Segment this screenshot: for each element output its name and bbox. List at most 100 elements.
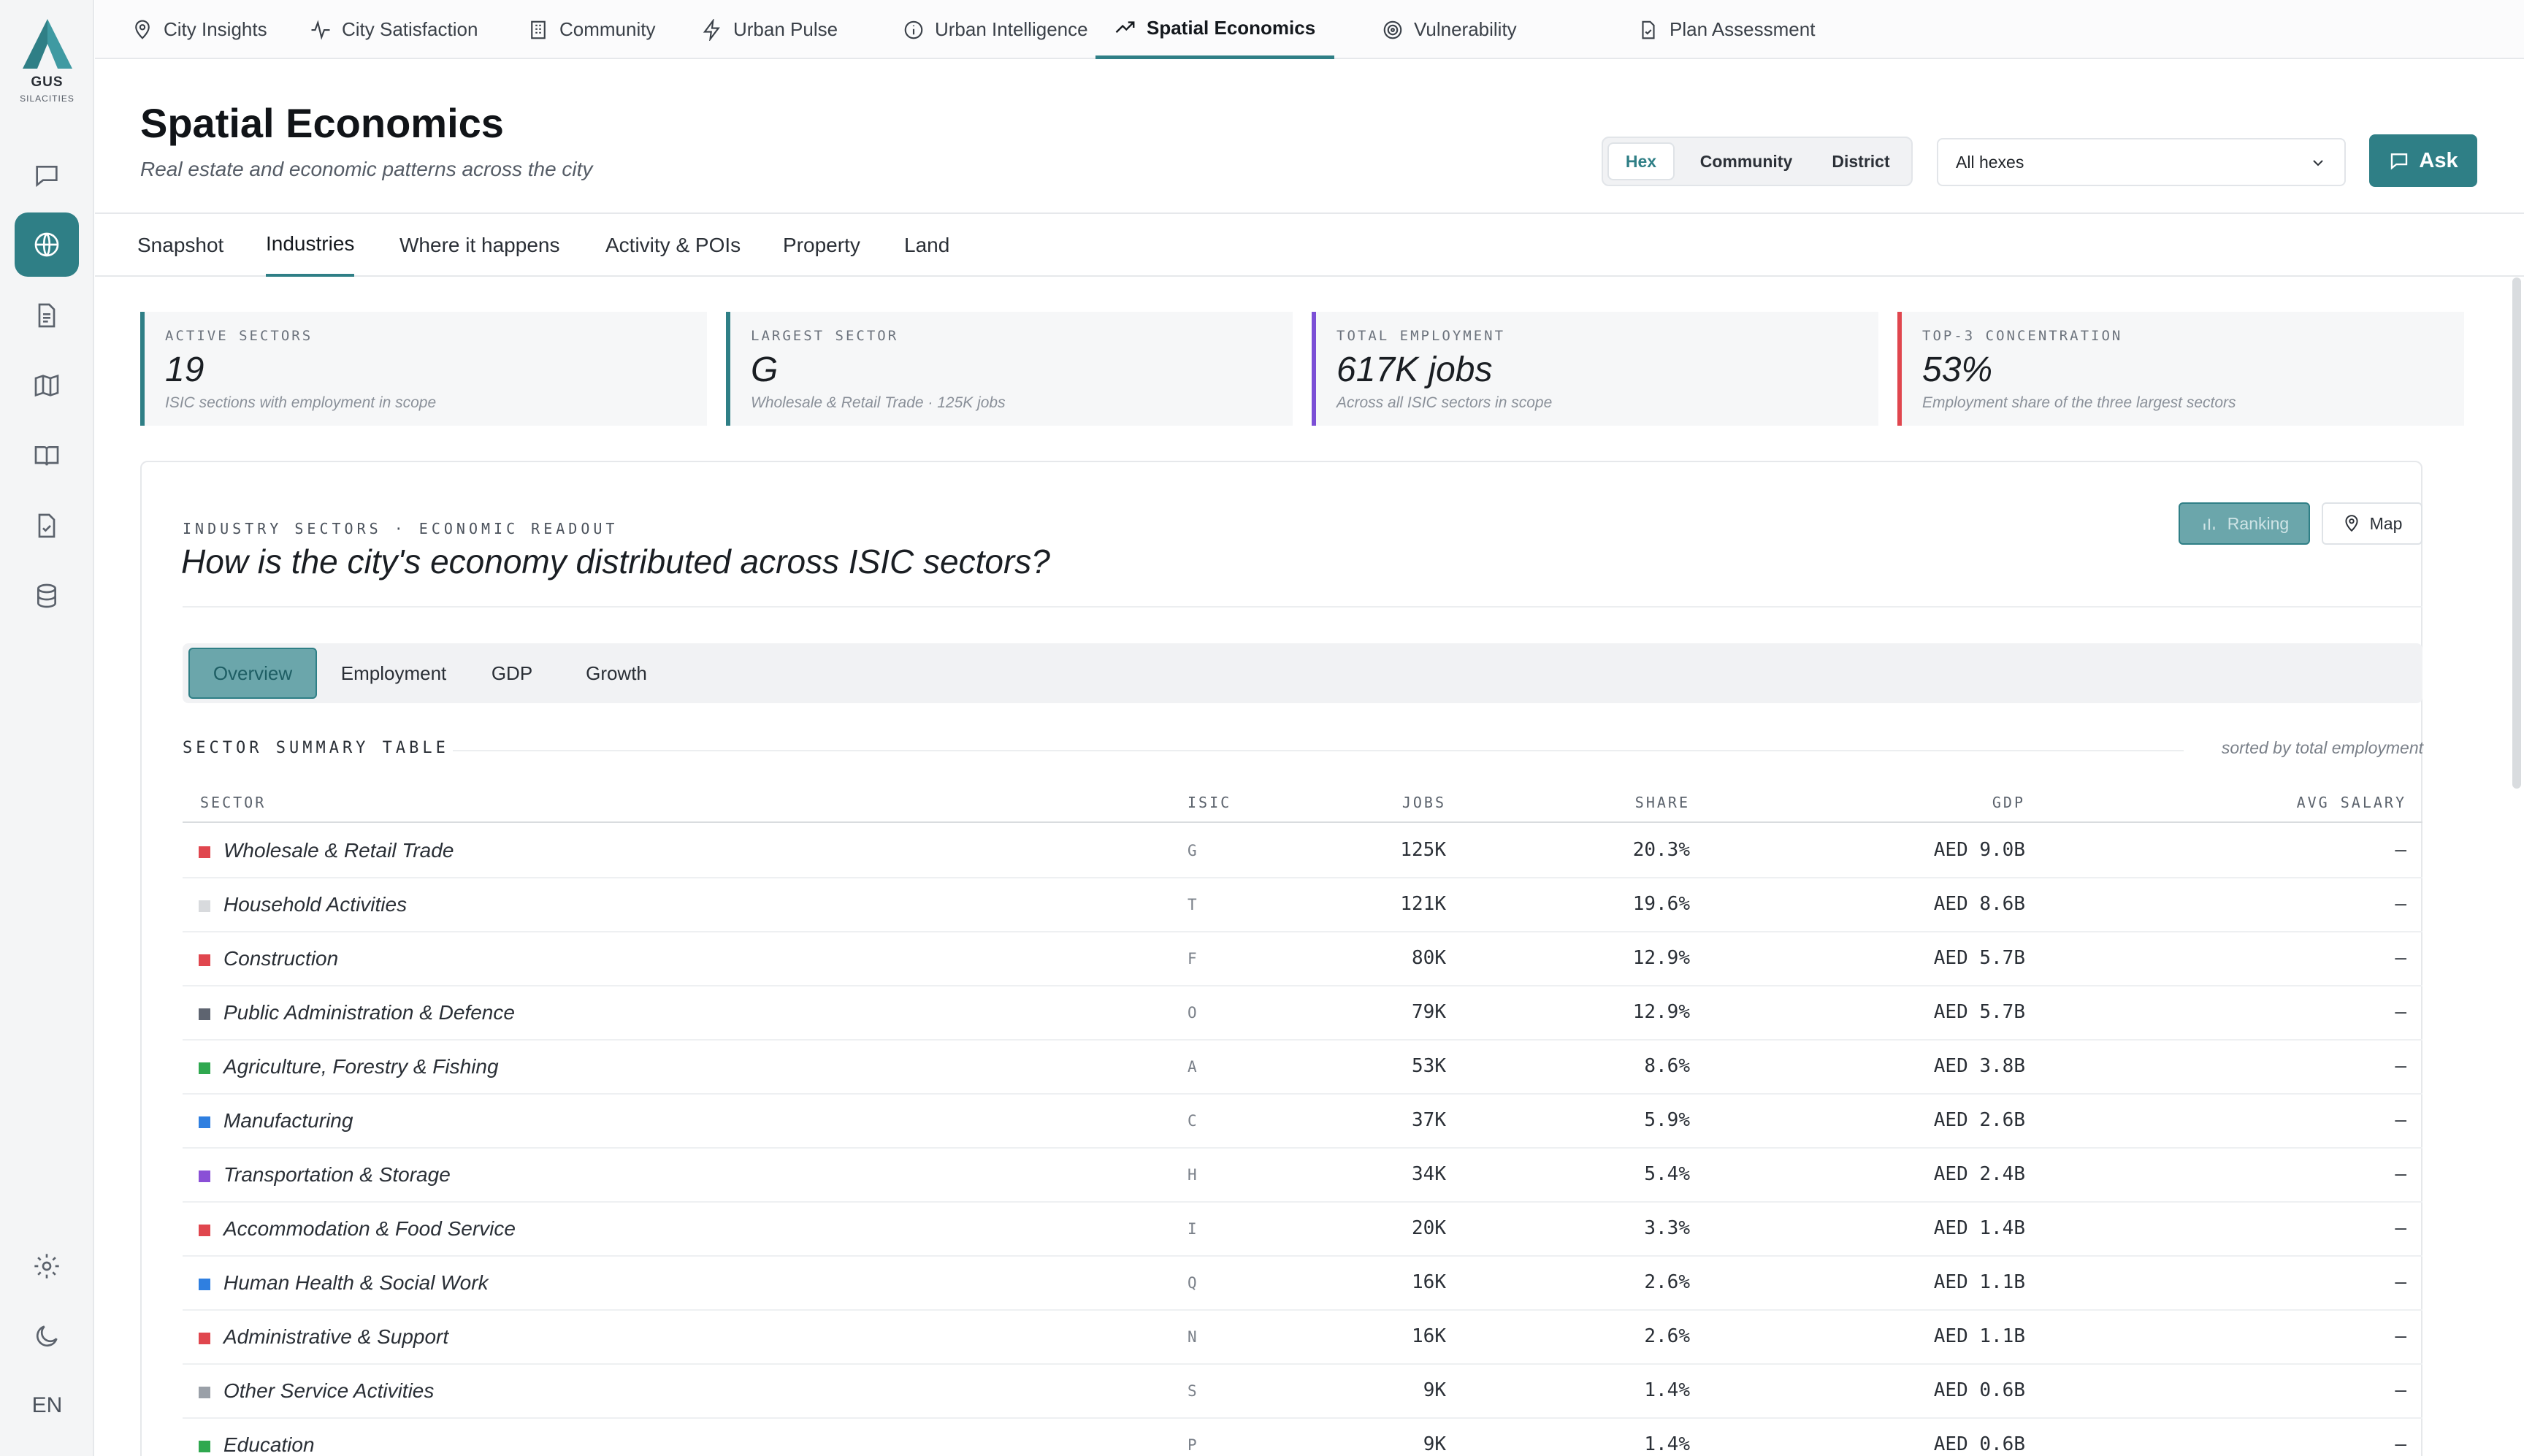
nav-urban-pulse[interactable]: Urban Pulse <box>682 0 857 59</box>
table-row[interactable]: Agriculture, Forestry & Fishing A 53K 8.6% A… <box>183 1041 2422 1095</box>
kpi-note: ISIC sections with employment in scope <box>165 394 437 411</box>
sector-color-swatch <box>199 1008 210 1020</box>
tab-property[interactable]: Property <box>783 214 860 277</box>
nav-label: Vulnerability <box>1414 18 1517 40</box>
brand-name: GUS <box>31 74 64 90</box>
share-value: 8.6% <box>1644 1055 1690 1077</box>
gdp-value: AED 0.6B <box>1933 1379 2025 1401</box>
scale-option-hex[interactable]: Hex <box>1607 142 1675 180</box>
panel-question: How is the city's economy distributed ac… <box>181 543 1050 581</box>
table-row[interactable]: Household Activities T 121K 19.6% AED 8.6B — <box>183 878 2422 932</box>
kpi-label: TOP-3 CONCENTRATION <box>1922 328 2123 344</box>
nav-urban-intelligence[interactable]: Urban Intelligence <box>884 0 1107 59</box>
table-row[interactable]: Transportation & Storage H 34K 5.4% AED 2.4B… <box>183 1149 2422 1203</box>
map-view-button[interactable]: Map <box>2322 502 2422 545</box>
scale-option-community[interactable]: Community <box>1685 142 1808 180</box>
tab-snapshot[interactable]: Snapshot <box>137 214 223 277</box>
chat-icon <box>36 166 58 188</box>
tab-gdp[interactable]: GDP <box>469 648 555 699</box>
book-nav-button[interactable] <box>15 424 79 488</box>
table-row[interactable]: Administrative & Support N 16K 2.6% AED 1.1B… <box>183 1311 2422 1365</box>
map-pin-icon <box>2345 515 2358 532</box>
checklist-nav-button[interactable] <box>15 494 79 558</box>
avg-salary-value: — <box>2395 1163 2406 1185</box>
gdp-value: AED 2.6B <box>1933 1109 2025 1131</box>
sector-name: Accommodation & Food Service <box>223 1217 516 1240</box>
tab-growth[interactable]: Growth <box>567 648 666 699</box>
area-select[interactable]: All hexes <box>1937 138 2346 186</box>
column-header-isic[interactable]: ISIC <box>1188 794 1231 811</box>
tab-industries[interactable]: Industries <box>266 214 355 277</box>
table-row[interactable]: Construction F 80K 12.9% AED 5.7B — <box>183 932 2422 986</box>
nav-spatial-economics[interactable]: Spatial Economics <box>1095 0 1335 59</box>
share-value: 20.3% <box>1632 839 1690 861</box>
document-nav-button[interactable] <box>15 283 79 348</box>
column-header-jobs[interactable]: JOBS <box>1402 794 1446 811</box>
sector-color-swatch <box>199 846 210 858</box>
language-switch[interactable]: EN <box>0 1393 94 1418</box>
nav-label: Plan Assessment <box>1670 18 1816 40</box>
kpi-note: Wholesale & Retail Trade · 125K jobs <box>751 394 1006 411</box>
nav-label: City Satisfaction <box>342 18 478 40</box>
jobs-value: 79K <box>1412 1001 1446 1023</box>
database-nav-button[interactable] <box>15 564 79 628</box>
share-value: 1.4% <box>1644 1433 1690 1455</box>
sector-name: Human Health & Social Work <box>223 1271 489 1294</box>
table-row[interactable]: Accommodation & Food Service I 20K 3.3% AED … <box>183 1203 2422 1257</box>
ranking-view-button[interactable]: Ranking <box>2179 502 2310 545</box>
avg-salary-value: — <box>2395 1271 2406 1293</box>
table-row[interactable]: Education P 9K 1.4% AED 0.6B — <box>183 1419 2422 1456</box>
sector-color-swatch <box>199 1279 210 1290</box>
chevron-down-icon <box>2313 160 2323 166</box>
share-value: 19.6% <box>1632 893 1690 915</box>
table-row[interactable]: Other Service Activities S 9K 1.4% AED 0.6B — <box>183 1365 2422 1419</box>
tab-overview[interactable]: Overview <box>188 648 317 699</box>
logo-mark-icon <box>22 19 72 69</box>
nav-city-insights[interactable]: City Insights <box>112 0 286 59</box>
nav-city-satisfaction[interactable]: City Satisfaction <box>291 0 497 59</box>
column-header-sector[interactable]: SECTOR <box>200 794 266 811</box>
isic-code: Q <box>1188 1274 1197 1292</box>
tab-land[interactable]: Land <box>904 214 949 277</box>
book-icon <box>34 446 59 466</box>
scrollbar[interactable] <box>2512 277 2521 789</box>
isic-code: H <box>1188 1166 1197 1184</box>
theme-toggle-button[interactable] <box>15 1304 79 1368</box>
globe-nav-button[interactable] <box>15 212 79 277</box>
isic-code: N <box>1188 1328 1197 1346</box>
tab-where-it-happens[interactable]: Where it happens <box>399 214 559 277</box>
column-header-gdp[interactable]: GDP <box>1992 794 2025 811</box>
area-select-value: All hexes <box>1956 152 2024 172</box>
sector-name: Manufacturing <box>223 1109 353 1132</box>
logo[interactable]: GUS SILACITIES <box>0 18 94 104</box>
sidebar: GUS SILACITIES EN <box>0 0 94 1456</box>
view-tabs: Overview Employment GDP Growth <box>183 643 2422 703</box>
scale-option-district[interactable]: District <box>1815 142 1907 180</box>
table-title: SECTOR SUMMARY TABLE <box>183 739 449 757</box>
ask-button[interactable]: Ask <box>2369 134 2477 187</box>
map-nav-button[interactable] <box>15 353 79 418</box>
nav-plan-assessment[interactable]: Plan Assessment <box>1618 0 1834 59</box>
sector-name: Wholesale & Retail Trade <box>223 839 454 862</box>
sector-color-swatch <box>199 900 210 912</box>
share-value: 12.9% <box>1632 1001 1690 1023</box>
column-header-avg-salary[interactable]: AVG SALARY <box>2297 794 2406 811</box>
tab-employment[interactable]: Employment <box>329 648 459 699</box>
sector-color-swatch <box>199 954 210 966</box>
column-header-share[interactable]: SHARE <box>1635 794 1690 811</box>
table-row[interactable]: Manufacturing C 37K 5.9% AED 2.6B — <box>183 1095 2422 1149</box>
chat-nav-button[interactable] <box>15 143 79 207</box>
table-row[interactable]: Wholesale & Retail Trade G 125K 20.3% AED 9.… <box>183 824 2422 878</box>
table-row[interactable]: Public Administration & Defence O 79K 12.9%… <box>183 986 2422 1041</box>
gdp-value: AED 3.8B <box>1933 1055 2025 1077</box>
jobs-value: 16K <box>1412 1271 1446 1293</box>
settings-button[interactable] <box>15 1234 79 1298</box>
nav-community[interactable]: Community <box>508 0 674 59</box>
ranking-label: Ranking <box>2227 513 2290 533</box>
isic-code: I <box>1188 1220 1197 1238</box>
nav-vulnerability[interactable]: Vulnerability <box>1363 0 1536 59</box>
kpi-top3-concentration: TOP-3 CONCENTRATION 53% Employment share… <box>1897 312 2464 426</box>
table-row[interactable]: Human Health & Social Work Q 16K 2.6% AED 1.… <box>183 1257 2422 1311</box>
tab-activity-pois[interactable]: Activity & POIs <box>605 214 741 277</box>
share-value: 3.3% <box>1644 1217 1690 1239</box>
